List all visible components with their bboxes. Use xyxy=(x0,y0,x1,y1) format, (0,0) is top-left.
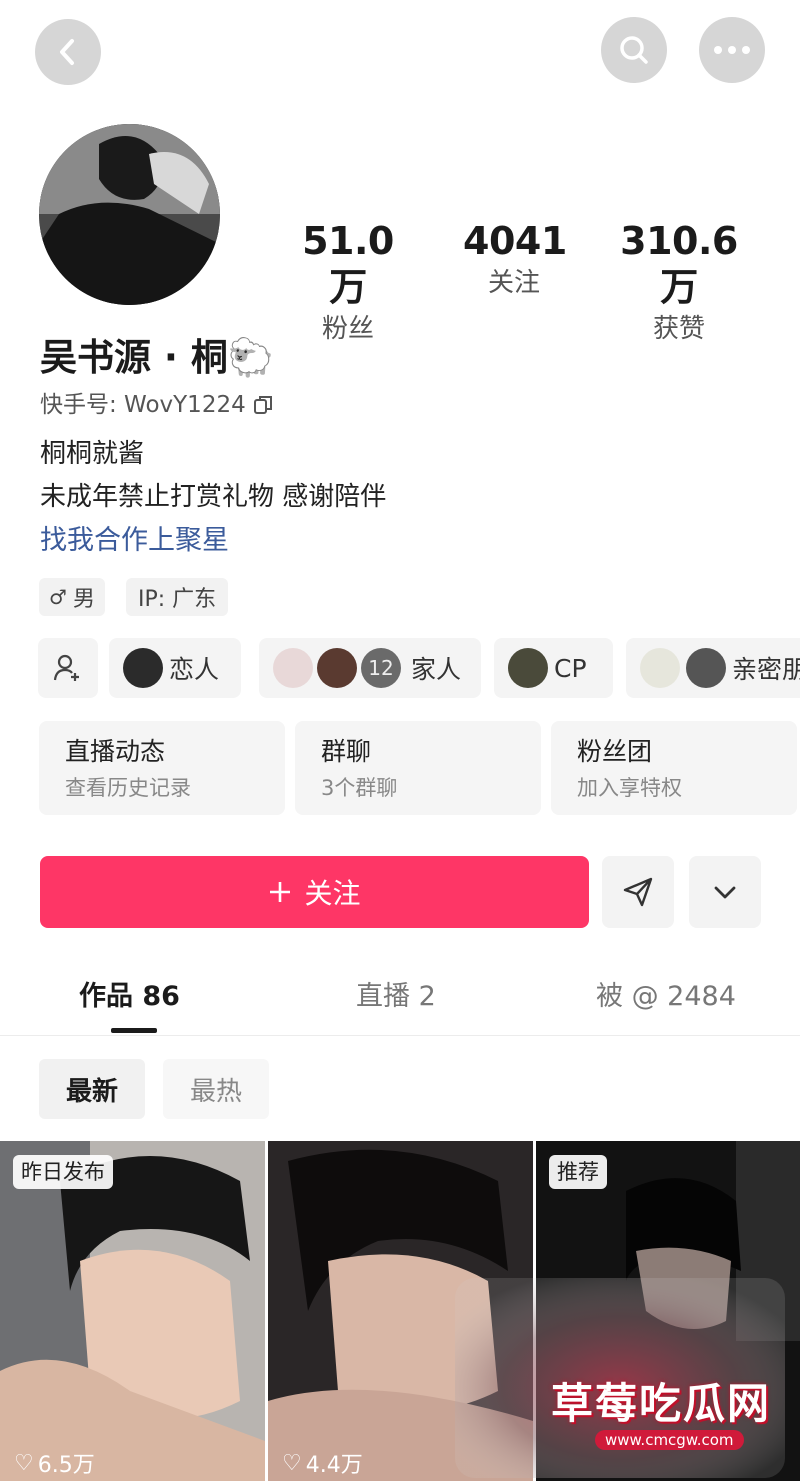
stat-value: 310.6万 xyxy=(620,219,738,309)
relation-label: CP xyxy=(554,653,587,683)
card-title: 群聊 xyxy=(321,737,372,766)
fan-club-card[interactable]: 粉丝团 加入享特权 xyxy=(551,721,797,815)
profile-name: 吴书源 · 桐🐑 xyxy=(40,336,274,379)
add-relation-button[interactable] xyxy=(38,638,98,698)
stat-fans[interactable]: 51.0万 粉丝 xyxy=(292,218,404,346)
gender-text: 男 xyxy=(72,587,95,612)
video-thumbnail[interactable]: 昨日发布 ♡ 6.5万 xyxy=(0,1141,265,1481)
share-button[interactable] xyxy=(602,856,674,928)
bio-line: 未成年禁止打赏礼物 感谢陪伴 xyxy=(40,482,387,512)
relation-cp[interactable]: CP xyxy=(494,638,613,698)
follow-button[interactable]: 关注 xyxy=(40,856,589,928)
tab-indicator xyxy=(111,1028,157,1033)
watermark: 草莓吃瓜网 www.cmcgw.com xyxy=(455,1278,785,1478)
tab-mentions[interactable]: 被 @ 2484 xyxy=(596,978,736,1016)
plus-icon xyxy=(270,882,291,902)
watermark-url: www.cmcgw.com xyxy=(595,1430,744,1450)
card-subtitle: 查看历史记录 xyxy=(65,776,191,800)
divider xyxy=(0,1035,800,1036)
back-button[interactable] xyxy=(35,19,101,85)
more-button[interactable] xyxy=(699,17,765,83)
stat-label: 获赞 xyxy=(652,314,705,344)
watermark-title: 草莓吃瓜网 xyxy=(551,1379,772,1428)
video-badge: 推荐 xyxy=(549,1155,607,1189)
video-likes: ♡ 6.5万 xyxy=(14,1447,95,1479)
add-person-icon xyxy=(53,654,79,681)
stat-label: 关注 xyxy=(487,268,540,298)
stat-likes[interactable]: 310.6万 获赞 xyxy=(608,218,750,346)
likes-count: 6.5万 xyxy=(37,1453,95,1478)
card-title: 直播动态 xyxy=(65,737,166,766)
avatar xyxy=(686,648,726,688)
search-button[interactable] xyxy=(601,17,667,83)
search-icon xyxy=(620,36,648,64)
stat-value: 4041 xyxy=(463,219,567,263)
family-count-badge: 12 xyxy=(361,648,401,688)
filter-latest[interactable]: 最新 xyxy=(39,1059,145,1119)
more-dots-icon xyxy=(714,46,750,54)
stat-following[interactable]: 4041 关注 xyxy=(463,218,567,300)
filter-hot[interactable]: 最热 xyxy=(163,1059,269,1119)
heart-icon: ♡ xyxy=(282,1450,302,1476)
relation-close[interactable]: 亲密朋 xyxy=(626,638,800,698)
tab-works[interactable]: 作品 86 xyxy=(79,978,180,1016)
collab-link[interactable]: 找我合作上聚星 xyxy=(40,522,229,560)
chevron-left-icon xyxy=(60,39,74,65)
likes-count: 4.4万 xyxy=(305,1453,363,1478)
avatar[interactable] xyxy=(39,124,220,305)
send-icon xyxy=(623,877,653,907)
relation-lover[interactable]: 恋人 xyxy=(109,638,241,698)
card-subtitle: 加入享特权 xyxy=(577,776,682,800)
copy-icon[interactable] xyxy=(252,394,274,416)
ip-tag: IP: 广东 xyxy=(126,578,229,616)
video-likes: ♡ 4.4万 xyxy=(282,1447,363,1479)
follow-label: 关注 xyxy=(304,877,361,910)
relation-label: 家人 xyxy=(411,655,462,684)
user-id: 快手号: WovY1224 xyxy=(40,389,274,421)
live-history-card[interactable]: 直播动态 查看历史记录 xyxy=(39,721,285,815)
expand-button[interactable] xyxy=(689,856,761,928)
stat-label: 粉丝 xyxy=(321,314,374,344)
tab-live[interactable]: 直播 2 xyxy=(356,978,436,1016)
avatar xyxy=(508,648,548,688)
card-subtitle: 3个群聊 xyxy=(321,776,398,800)
user-id-text: 快手号: WovY1224 xyxy=(40,392,246,418)
bio-line: 桐桐就酱 xyxy=(40,439,145,469)
card-title: 粉丝团 xyxy=(577,737,653,766)
relation-family[interactable]: 12 家人 xyxy=(259,638,481,698)
video-badge: 昨日发布 xyxy=(13,1155,113,1189)
male-icon: ♂ xyxy=(49,585,67,609)
group-chat-card[interactable]: 群聊 3个群聊 xyxy=(295,721,541,815)
stat-value: 51.0万 xyxy=(302,219,394,309)
avatar xyxy=(317,648,357,688)
relation-label: 恋人 xyxy=(169,655,220,684)
chevron-down-icon xyxy=(714,886,736,899)
avatar xyxy=(123,648,163,688)
avatar xyxy=(273,648,313,688)
relation-label: 亲密朋 xyxy=(732,655,800,684)
avatar xyxy=(640,648,680,688)
heart-icon: ♡ xyxy=(14,1450,34,1476)
gender-tag: ♂ 男 xyxy=(39,578,105,616)
